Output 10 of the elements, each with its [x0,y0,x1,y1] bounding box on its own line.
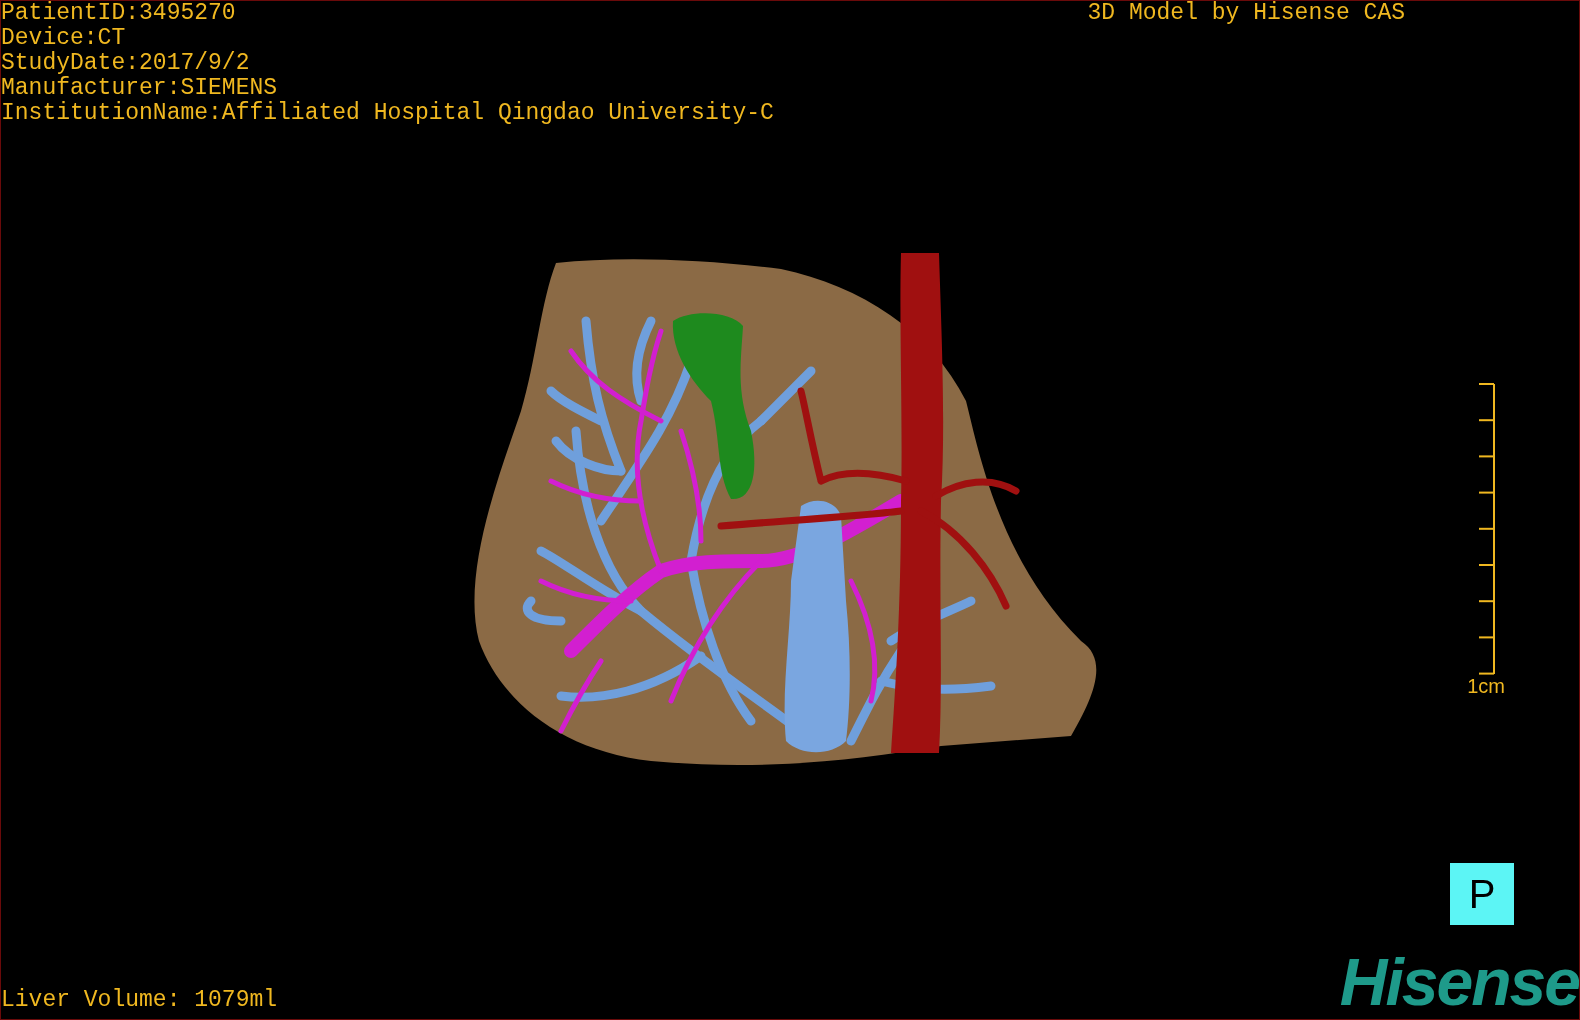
patient-info-text: StudyDate:2017/9/2 [1,51,251,76]
patient-info-text: Device:CT [1,26,127,51]
patient-info-text: PatientID:3495270 [1,1,237,26]
scale-label: 1cm [1467,675,1505,698]
credit-text: 3D Model by Hisense CAS [1087,1,1405,28]
patient-info-text: InstitutionName:Affiliated Hospital Qingdao University-C [1,101,774,126]
orientation-marker: P [1450,863,1514,925]
patient-info-text: Manufacturer:SIEMENS [1,76,279,101]
logo-text: Hisense [1339,951,1579,1013]
liver-volume-text: Liver Volume: 1079ml [1,988,278,1013]
